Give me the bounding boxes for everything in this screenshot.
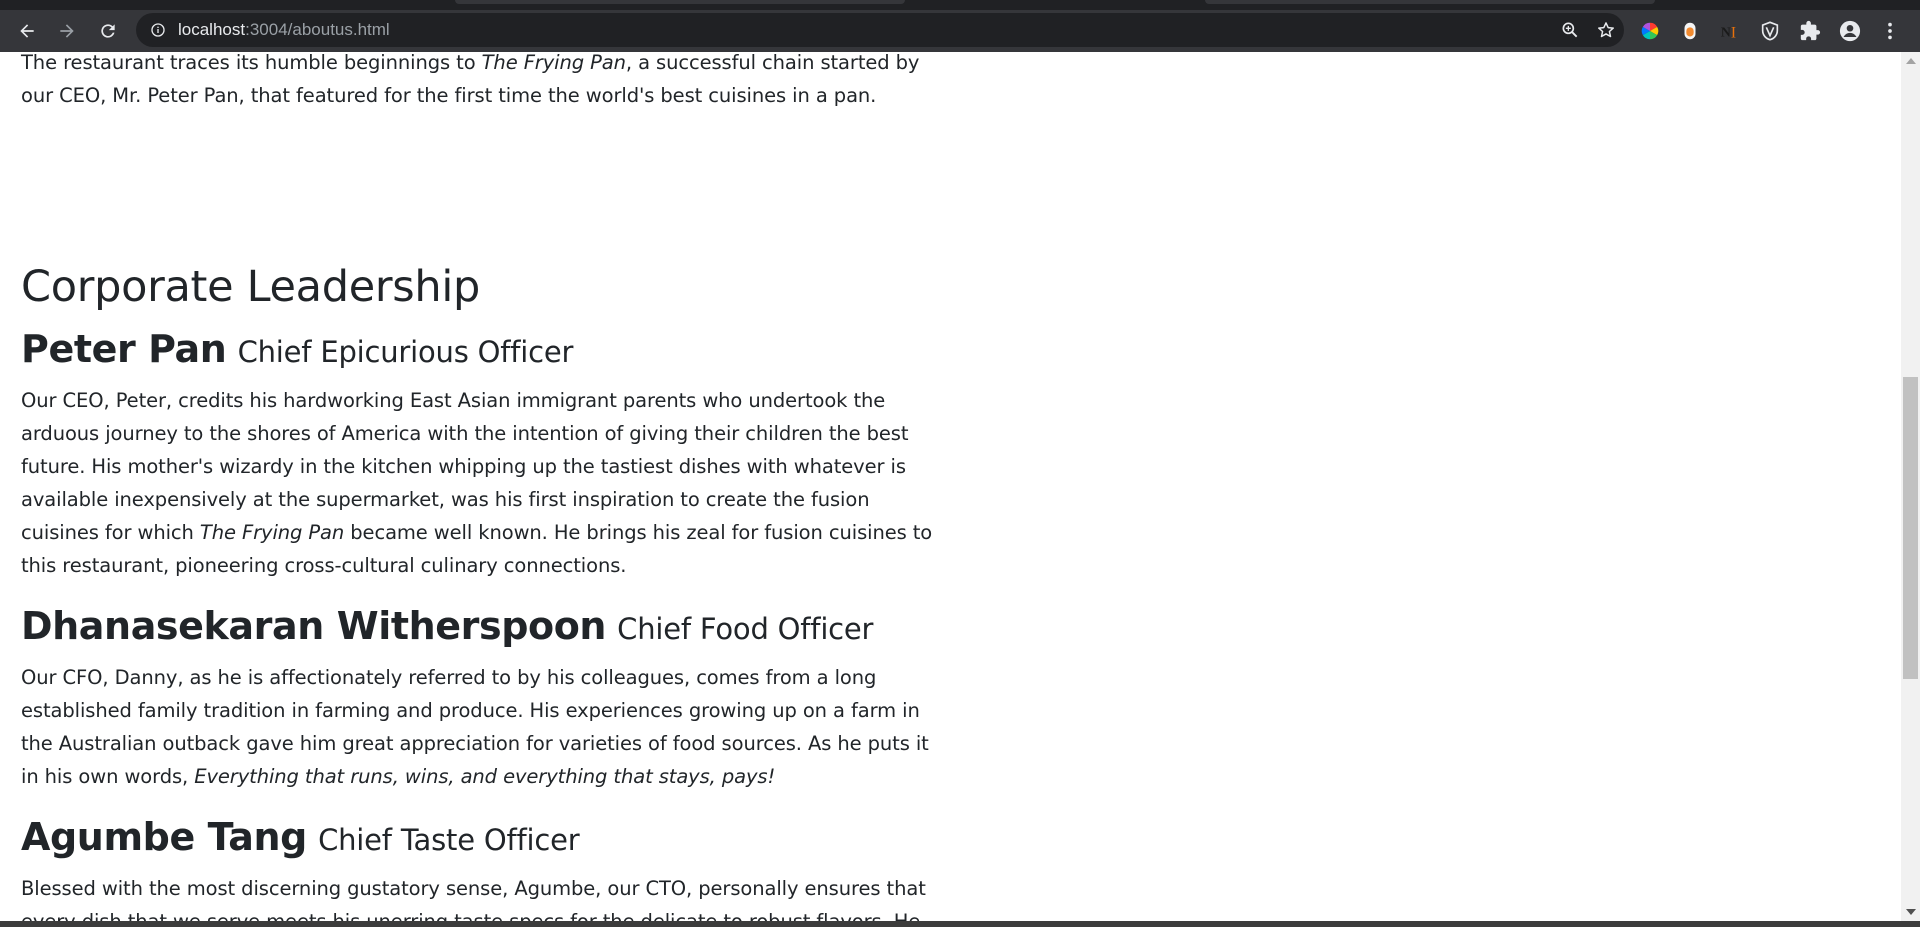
orange-pill-extension-icon (1684, 22, 1696, 40)
profile-button[interactable] (1830, 11, 1870, 51)
browser-toolbar: localhost:3004/aboutus.html NI (0, 10, 1920, 52)
leader-heading: Dhanasekaran Witherspoon Chief Food Offi… (21, 603, 933, 651)
svg-text:N: N (1721, 25, 1731, 40)
leader-bio-text: Blessed with the most discerning gustato… (21, 877, 926, 921)
reload-icon (101, 24, 115, 38)
leader-bio: Our CEO, Peter, credits his hardworking … (21, 384, 933, 582)
section-heading: Corporate Leadership (21, 262, 480, 312)
leader-heading: Peter Pan Chief Epicurious Officer (21, 326, 933, 374)
leader-bio-emphasis: The Frying Pan (199, 521, 345, 544)
ni-extension-icon: NI (1721, 24, 1736, 41)
leader-heading: Agumbe Tang Chief Taste Officer (21, 814, 933, 862)
svg-text:I: I (1731, 24, 1736, 41)
star-icon[interactable] (1596, 20, 1616, 40)
site-info-icon[interactable] (150, 22, 166, 38)
extension-button[interactable] (1670, 11, 1710, 51)
extension-button[interactable] (1750, 11, 1790, 51)
forward-arrow-icon (60, 24, 74, 38)
extension-button[interactable]: NI (1710, 11, 1750, 51)
shield-extension-icon (1761, 21, 1779, 41)
back-button[interactable] (7, 11, 47, 51)
leader-bio: Blessed with the most discerning gustato… (21, 872, 933, 921)
leader-title: Chief Food Officer (617, 612, 874, 646)
url-host: localhost (178, 20, 246, 39)
leader-bio-emphasis: Everything that runs, wins, and everythi… (194, 765, 776, 788)
leader-card: Agumbe Tang Chief Taste Officer Blessed … (21, 814, 933, 921)
back-arrow-icon (20, 24, 34, 38)
omnibox-actions (1560, 13, 1616, 47)
puzzle-icon (1800, 20, 1821, 41)
vertical-scrollbar[interactable] (1901, 52, 1920, 921)
extension-button[interactable] (1630, 11, 1670, 51)
zoom-icon[interactable] (1560, 20, 1580, 40)
history-text: The restaurant traces its humble beginni… (21, 52, 482, 74)
url-text[interactable]: localhost:3004/aboutus.html (178, 20, 390, 40)
page-viewport: The restaurant traces its humble beginni… (0, 52, 1901, 921)
scroll-down-arrow-icon[interactable] (1906, 909, 1916, 915)
leader-title: Chief Taste Officer (318, 823, 580, 857)
reload-button[interactable] (88, 11, 128, 51)
leader-name: Agumbe Tang (21, 815, 307, 859)
profile-icon (1839, 20, 1861, 42)
leader-title: Chief Epicurious Officer (237, 335, 574, 369)
frying-pan-emphasis: The Frying Pan (481, 52, 626, 74)
scrollbar-thumb[interactable] (1903, 377, 1918, 679)
tab-strip (0, 0, 1920, 10)
extensions-menu-button[interactable] (1790, 11, 1830, 51)
kebab-menu-icon (1888, 22, 1892, 40)
browser-menu-button[interactable] (1870, 11, 1910, 51)
extensions-area: NI (1630, 10, 1910, 52)
url-path: :3004/aboutus.html (245, 20, 390, 39)
leader-name: Dhanasekaran Witherspoon (21, 604, 607, 648)
leader-name: Peter Pan (21, 327, 227, 371)
scroll-up-arrow-icon[interactable] (1906, 58, 1916, 64)
leader-card: Peter Pan Chief Epicurious Officer Our C… (21, 326, 933, 582)
leader-bio: Our CFO, Danny, as he is affectionately … (21, 661, 933, 793)
color-wheel-extension-icon (1641, 22, 1659, 40)
tab-edge[interactable] (1205, 0, 1655, 4)
leader-card: Dhanasekaran Witherspoon Chief Food Offi… (21, 603, 933, 793)
window-bottom-edge (0, 921, 1920, 927)
address-bar[interactable]: localhost:3004/aboutus.html (136, 13, 1624, 47)
history-paragraph: The restaurant traces its humble beginni… (21, 52, 933, 112)
forward-button[interactable] (47, 11, 87, 51)
tab-edge[interactable] (455, 0, 905, 4)
about-us-content: The restaurant traces its humble beginni… (21, 52, 933, 921)
